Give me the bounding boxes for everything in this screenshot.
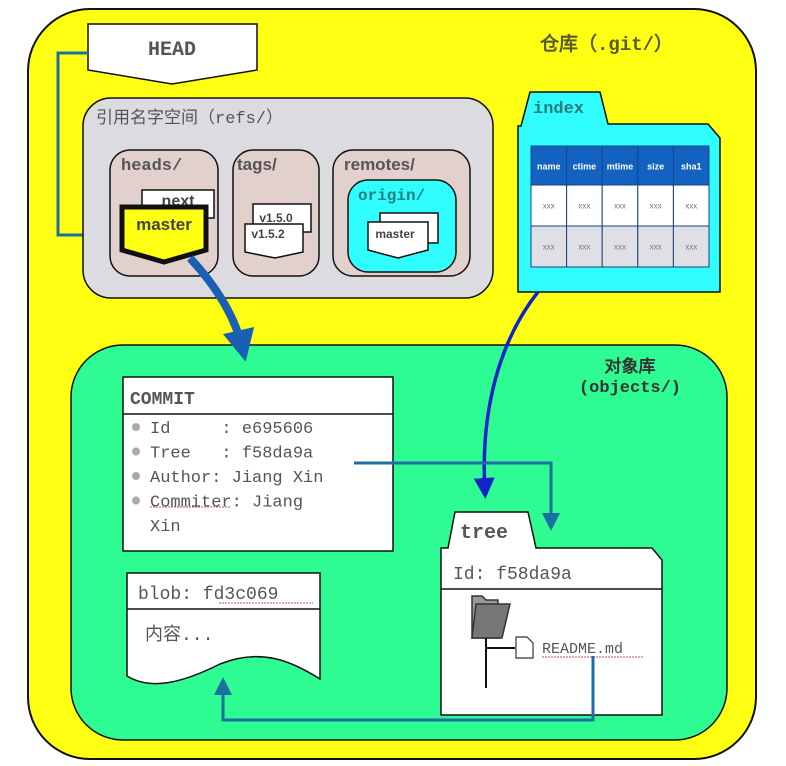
index-cell-value: xxx: [650, 243, 662, 252]
index-cell-value: xxx: [543, 202, 555, 211]
refs-label: 引用名字空间（refs/）: [96, 108, 283, 129]
git-repo-diagram: 仓库（.git/） HEAD 引用名字空间（refs/） heads/ next…: [27, 8, 757, 760]
index-cell-value: xxx: [685, 243, 697, 252]
index-label: index: [533, 100, 584, 119]
index-cell-value: xxx: [614, 202, 626, 211]
tag-v152-label: v1.5.2: [251, 227, 285, 241]
index-cell-value: xxx: [685, 202, 697, 211]
bullet-icon: [132, 447, 140, 456]
tag-v150-label: v1.5.0: [259, 211, 293, 225]
index-header-label: size: [647, 162, 664, 172]
bullet-icon: [132, 472, 140, 480]
bullet-icon: [132, 496, 140, 505]
tags-label: tags/: [237, 155, 277, 174]
remotes-label: remotes/: [344, 155, 415, 174]
branch-master-label: master: [136, 215, 192, 234]
index-table: name ctime mtime size sha1 xxx xxx xxx xxx xxx xxx…: [530, 145, 710, 268]
remote-branch-master-label: master: [375, 227, 415, 241]
head-label: HEAD: [148, 39, 196, 62]
index-cell-value: xxx: [614, 243, 626, 252]
index-header-label: mtime: [607, 162, 634, 172]
tree-file-name[interactable]: README.md: [542, 641, 623, 658]
index-cell-value: xxx: [578, 243, 590, 252]
origin-label: origin/: [358, 187, 425, 205]
commit-field: Tree : f58da9a: [150, 445, 313, 464]
commit-field: Commiter: Jiang: [150, 494, 303, 513]
commit-field: Author: Jiang Xin: [150, 469, 323, 488]
bullet-icon: [132, 423, 140, 431]
index-cell-value: xxx: [650, 202, 662, 211]
index-header-label: sha1: [681, 162, 702, 172]
index-cell-value: xxx: [578, 202, 590, 211]
tree-id: Id: f58da9a: [453, 565, 572, 585]
file-icon: [515, 636, 534, 659]
tree-tab-label: tree: [460, 522, 508, 545]
commit-field-continuation: Xin: [150, 518, 181, 537]
index-header-label: name: [537, 162, 561, 172]
blob-title: blob: fd3c069: [138, 585, 278, 605]
index-cell-value: xxx: [543, 243, 555, 252]
index-header-label: ctime: [573, 162, 597, 172]
objects-label-line2: (objects/): [579, 379, 681, 398]
blob-content: 内容...: [145, 624, 213, 646]
heads-label: heads/: [121, 157, 182, 176]
commit-title: COMMIT: [130, 390, 195, 410]
commit-field: Id : e695606: [150, 420, 313, 439]
repository-label: 仓库（.git/）: [539, 32, 673, 56]
objects-label-line1: 对象库: [605, 356, 656, 376]
